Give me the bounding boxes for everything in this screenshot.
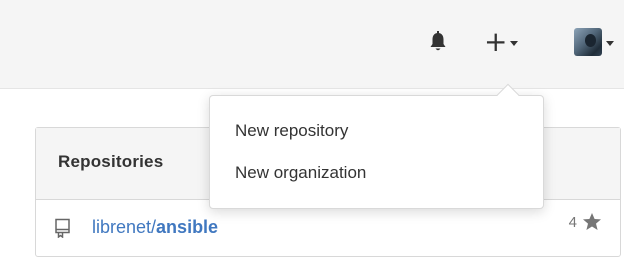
chevron-down-icon [510,41,519,46]
repo-icon [55,218,70,238]
star-icon [583,213,601,230]
star-count: 4 [568,213,577,231]
new-organization-menu-item[interactable]: New organization [210,154,543,196]
create-new-button[interactable]: + [484,28,532,56]
repo-stars: 4 [569,212,602,232]
repo-owner: librenet/ [92,217,157,237]
repositories-title: Repositories [58,152,164,171]
chevron-down-icon [606,41,614,46]
bell-icon[interactable] [428,31,448,53]
plus-icon: + [484,25,508,58]
avatar [574,28,602,56]
repo-link[interactable]: librenet/ansible [92,217,218,238]
create-new-dropdown: New repository New organization [209,83,544,209]
new-repository-menu-item[interactable]: New repository [210,112,543,154]
user-menu-button[interactable] [574,27,624,57]
top-header: + [0,0,624,89]
repo-name: ansible [156,217,219,237]
